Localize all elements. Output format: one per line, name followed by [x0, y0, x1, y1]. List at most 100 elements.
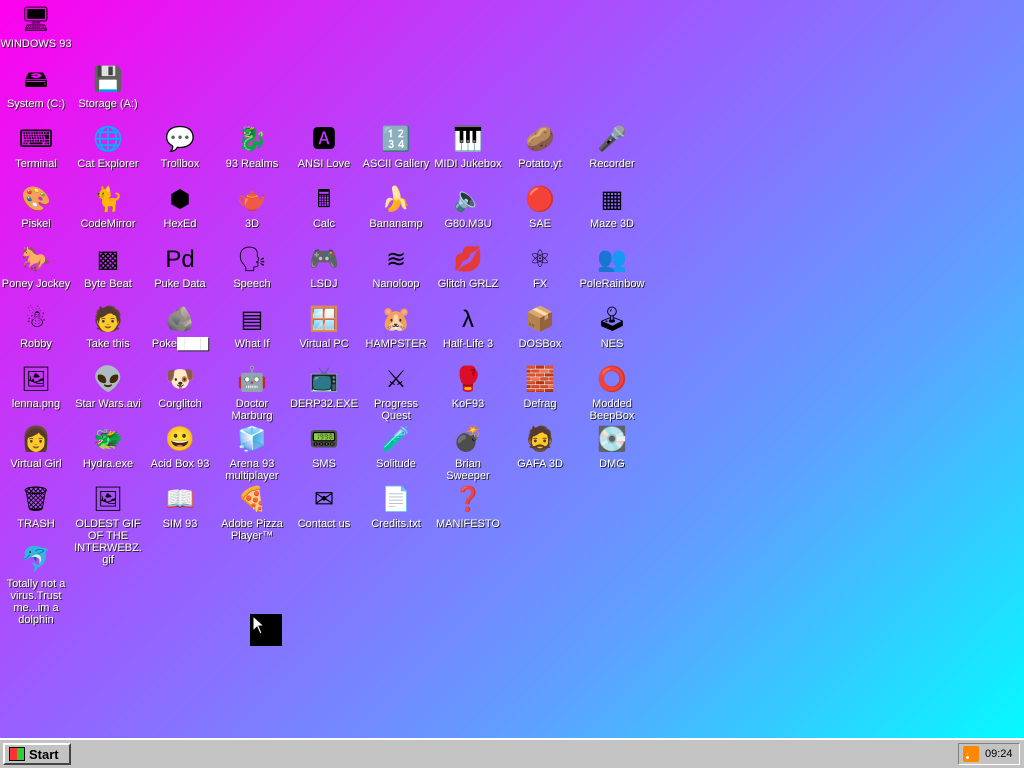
desktop-icon-solitude[interactable]: 🧪 Solitude — [360, 424, 432, 470]
desktop-icon-piskel[interactable]: 🎨 Piskel — [0, 184, 72, 230]
desktop-icon-robby[interactable]: ☃ Robby — [0, 304, 72, 350]
dosbox-icon: 📦 — [525, 306, 555, 333]
desktop-icon-lsdj[interactable]: 🎮 LSDJ — [288, 244, 360, 290]
start-button[interactable]: Start — [3, 743, 71, 765]
desktop-icon-half-life-3[interactable]: λ Half-Life 3 — [432, 304, 504, 350]
desktop-icon-label: OLDEST GIF OF THE INTERWEBZ.gif — [74, 518, 142, 566]
desktop-icon-potato-yt[interactable]: 🥔 Potato.yt — [504, 124, 576, 170]
virtual-girl-icon: 👩 — [21, 426, 51, 453]
modded-beepbox-icon: ⭕ — [597, 366, 627, 393]
desktop-icon-pokeball[interactable]: 🪨 Poke████ — [144, 304, 216, 350]
desktop-icon-g80m3u[interactable]: 🔈 G80.M3U — [432, 184, 504, 230]
desktop-icon-acid-box[interactable]: 😀 Acid Box 93 — [144, 424, 216, 470]
desktop-icon-dosbox[interactable]: 📦 DOSBox — [504, 304, 576, 350]
desktop-icon-93-realms[interactable]: 🐉 93 Realms — [216, 124, 288, 170]
desktop-icon-poney-jockey[interactable]: 🐎 Poney Jockey — [0, 244, 72, 290]
desktop-icon-windows93[interactable]: 🖥 WINDOWS 93 — [0, 4, 72, 50]
arena93-icon: 🧊 — [237, 426, 267, 453]
progress-quest-icon: ⚔ — [385, 366, 407, 393]
desktop-icon-virtual-girl[interactable]: 👩 Virtual Girl — [0, 424, 72, 470]
desktop-icon-kof93[interactable]: 🥊 KoF93 — [432, 364, 504, 410]
robby-icon: ☃ — [25, 306, 47, 333]
system-c-icon: 🖴 — [23, 66, 49, 93]
sae-icon: 🔴 — [525, 186, 555, 213]
desktop-icon-fx[interactable]: ⚛ FX — [504, 244, 576, 290]
desktop-icon-gafa3d[interactable]: 🧔 GAFA 3D — [504, 424, 576, 470]
byte-beat-icon: ▩ — [96, 246, 120, 273]
desktop-icon-progress-quest[interactable]: ⚔ Progress Quest — [360, 364, 432, 422]
desktop-icon-polerainbow[interactable]: 👥 PoleRainbow — [576, 244, 648, 290]
windows93-icon: 🖥 — [20, 6, 52, 33]
desktop-icon-label: Hydra.exe — [82, 458, 134, 470]
rss-icon[interactable] — [963, 746, 979, 762]
desktop-icon-maze3d[interactable]: ▦ Maze 3D — [576, 184, 648, 230]
desktop-icon-byte-beat[interactable]: ▩ Byte Beat — [72, 244, 144, 290]
desktop-icon-lenna[interactable]: 🖼 lenna.png — [0, 364, 72, 410]
desktop-icon-derp32[interactable]: 📺 DERP32.EXE — [288, 364, 360, 410]
desktop-icon-credits[interactable]: 📄 Credits.txt — [360, 484, 432, 530]
desktop-icon-sim93[interactable]: 📖 SIM 93 — [144, 484, 216, 530]
desktop-icon-label: Maze 3D — [589, 218, 635, 230]
cat-explorer-icon: 🌐 — [93, 126, 123, 153]
dmg-icon: 💽 — [597, 426, 627, 453]
desktop-icon-label: Terminal — [15, 158, 57, 170]
pokeball-icon: 🪨 — [165, 306, 195, 333]
desktop-icon-label: Doctor Marburg — [231, 398, 273, 422]
desktop-icon-contact-us[interactable]: ✉ Contact us — [288, 484, 360, 530]
desktop-icon-ascii-gallery[interactable]: 🔢 ASCII Gallery — [360, 124, 432, 170]
desktop-icon-cat-explorer[interactable]: 🌐 Cat Explorer — [72, 124, 144, 170]
desktop-icon-glitch-grlz[interactable]: 💋 Glitch GRLZ — [432, 244, 504, 290]
corglitch-icon: 🐶 — [165, 366, 195, 393]
desktop-icon-dmg[interactable]: 💽 DMG — [576, 424, 648, 470]
desktop-icon-dolphin[interactable]: 🐬 Totally not a virus.Trust me...im a dol… — [0, 544, 72, 626]
desktop-icon-sms[interactable]: 📟 SMS — [288, 424, 360, 470]
desktop-icon-star-wars[interactable]: 👽 Star Wars.avi — [72, 364, 144, 410]
windows-logo-icon — [9, 747, 25, 761]
desktop-icon-terminal[interactable]: ⌨ Terminal — [0, 124, 72, 170]
desktop-icon-label: Recorder — [589, 158, 635, 170]
bananamp-icon: 🍌 — [381, 186, 411, 213]
desktop-icon-speech[interactable]: 🗣 Speech — [216, 244, 288, 290]
desktop-icon-midi-jukebox[interactable]: 🎹 MIDI Jukebox — [432, 124, 504, 170]
desktop-icon-corglitch[interactable]: 🐶 Corglitch — [144, 364, 216, 410]
desktop-icon-system-c[interactable]: 🖴 System (C:) — [0, 64, 72, 110]
desktop-icon-arena93[interactable]: 🧊 Arena 93 multiplayer — [216, 424, 288, 482]
desktop-icon-label: Corglitch — [158, 398, 202, 410]
desktop-icon-nanoloop[interactable]: ≋ Nanoloop — [360, 244, 432, 290]
desktop-icon-sae[interactable]: 🔴 SAE — [504, 184, 576, 230]
desktop-icon-label: Potato.yt — [518, 158, 562, 170]
desktop-icon-codemirror[interactable]: 🐈 CodeMirror — [72, 184, 144, 230]
desktop-icon-doctor-marburg[interactable]: 🤖 Doctor Marburg — [216, 364, 288, 422]
desktop-icon-nes[interactable]: 🕹 NES — [576, 304, 648, 350]
desktop-icon-adobe-pizza[interactable]: 🍕 Adobe Pizza Player™ — [216, 484, 288, 542]
desktop-icon-trash[interactable]: 🗑 TRASH — [0, 484, 72, 530]
desktop-icon-modded-beepbox[interactable]: ⭕ Modded BeepBox — [576, 364, 648, 422]
desktop-icon-manifesto[interactable]: ❓ MANIFESTO — [432, 484, 504, 530]
desktop-icon-recorder[interactable]: 🎤 Recorder — [576, 124, 648, 170]
desktop-icon-3d[interactable]: 🫖 3D — [216, 184, 288, 230]
desktop-icon-hydra[interactable]: 🐲 Hydra.exe — [72, 424, 144, 470]
desktop-icon-label: MIDI Jukebox — [434, 158, 502, 170]
desktop-icon-brian-sweeper[interactable]: 💣 Brian Sweeper — [432, 424, 504, 482]
acid-box-icon: 😀 — [165, 426, 195, 453]
desktop-icon-label: Modded BeepBox — [589, 398, 635, 422]
taskbar: Start 09:24 — [0, 738, 1024, 768]
desktop-icon-take-this[interactable]: 🧑 Take this — [72, 304, 144, 350]
desktop-icon-ansi-love[interactable]: 🅰 ANSI Love — [288, 124, 360, 170]
desktop[interactable]: 🖥 WINDOWS 93 🖴 System (C:) 💾 Storage (A:) ⌨ Ter… — [0, 0, 1024, 738]
desktop-icon-trollbox[interactable]: 💬 Trollbox — [144, 124, 216, 170]
desktop-icon-puke-data[interactable]: Pd Puke Data — [144, 244, 216, 290]
desktop-icon-defrag[interactable]: 🧱 Defrag — [504, 364, 576, 410]
desktop-icon-virtual-pc[interactable]: 🪟 Virtual PC — [288, 304, 360, 350]
desktop-icon-label: Acid Box 93 — [150, 458, 210, 470]
desktop-icon-calc[interactable]: 🖩 Calc — [288, 184, 360, 230]
desktop-icon-label: Arena 93 multiplayer — [225, 458, 279, 482]
desktop-icon-what-if[interactable]: ▤ What If — [216, 304, 288, 350]
desktop-icon-storage-a[interactable]: 💾 Storage (A:) — [72, 64, 144, 110]
desktop-icon-bananamp[interactable]: 🍌 Bananamp — [360, 184, 432, 230]
desktop-icon-oldest-gif[interactable]: 🖼 OLDEST GIF OF THE INTERWEBZ.gif — [72, 484, 144, 566]
desktop-icon-hexed[interactable]: ⬢ HexEd — [144, 184, 216, 230]
desktop-icon-label: Piskel — [21, 218, 51, 230]
trash-icon: 🗑 — [20, 486, 52, 513]
desktop-icon-hampster[interactable]: 🐹 HAMPSTER — [360, 304, 432, 350]
